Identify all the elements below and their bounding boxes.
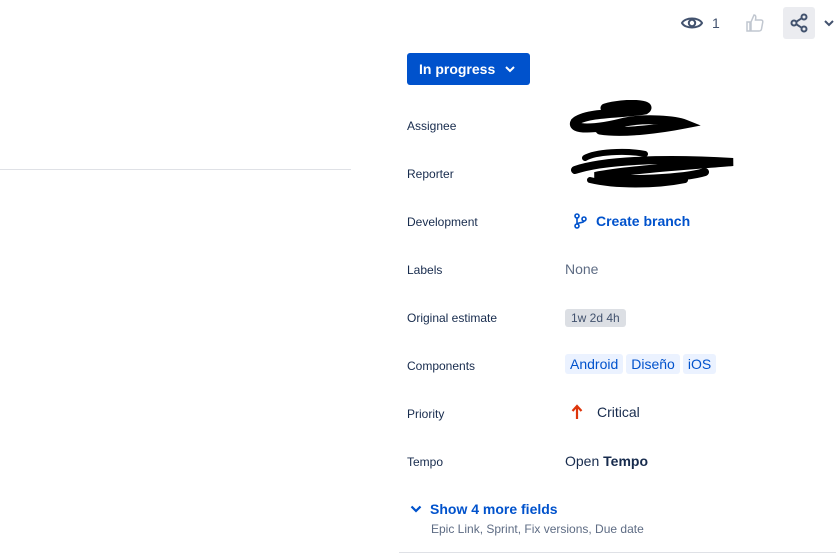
open-tempo-link[interactable]: Open Tempo [565, 453, 648, 469]
tempo-open-text: Open [565, 453, 600, 469]
assignee-label: Assignee [407, 119, 457, 133]
priority-critical-icon [571, 404, 583, 419]
section-divider [0, 169, 351, 170]
like-button[interactable] [744, 12, 766, 34]
chevron-down-icon [505, 66, 515, 73]
original-estimate-label: Original estimate [407, 311, 498, 325]
more-fields-hint: Epic Link, Sprint, Fix versions, Due dat… [431, 522, 644, 536]
components-list: Android Diseño iOS [565, 354, 719, 374]
branch-icon [574, 213, 587, 229]
status-label: In progress [419, 61, 496, 77]
show-more-label: Show 4 more fields [430, 501, 558, 517]
priority-label: Priority [407, 407, 445, 421]
component-chip[interactable]: Android [565, 354, 624, 374]
watch-button[interactable]: 1 [680, 12, 720, 34]
redacted-scribble [569, 100, 734, 188]
components-label: Components [407, 359, 476, 373]
tempo-label: Tempo [407, 455, 444, 469]
labels-label: Labels [407, 263, 443, 277]
share-button[interactable] [783, 7, 815, 39]
watch-count: 1 [712, 15, 720, 31]
priority-value[interactable]: Critical [571, 404, 640, 420]
chevron-down-icon[interactable] [822, 14, 836, 32]
show-more-fields-button[interactable]: Show 4 more fields [410, 501, 558, 517]
status-button[interactable]: In progress [407, 53, 530, 85]
eye-icon [680, 17, 704, 29]
original-estimate-value[interactable]: 1w 2d 4h [565, 309, 626, 327]
development-label: Development [407, 215, 478, 229]
create-branch-label: Create branch [596, 213, 691, 229]
priority-text: Critical [597, 404, 640, 420]
reporter-label: Reporter [407, 167, 454, 181]
section-divider [399, 552, 836, 553]
share-icon [790, 13, 808, 33]
chevron-down-icon [410, 505, 422, 513]
labels-value[interactable]: None [565, 261, 598, 277]
component-chip[interactable]: iOS [682, 354, 717, 374]
create-branch-link[interactable]: Create branch [573, 213, 690, 229]
tempo-name: Tempo [603, 453, 648, 469]
component-chip[interactable]: Diseño [626, 354, 680, 374]
thumbs-up-icon [746, 14, 764, 32]
